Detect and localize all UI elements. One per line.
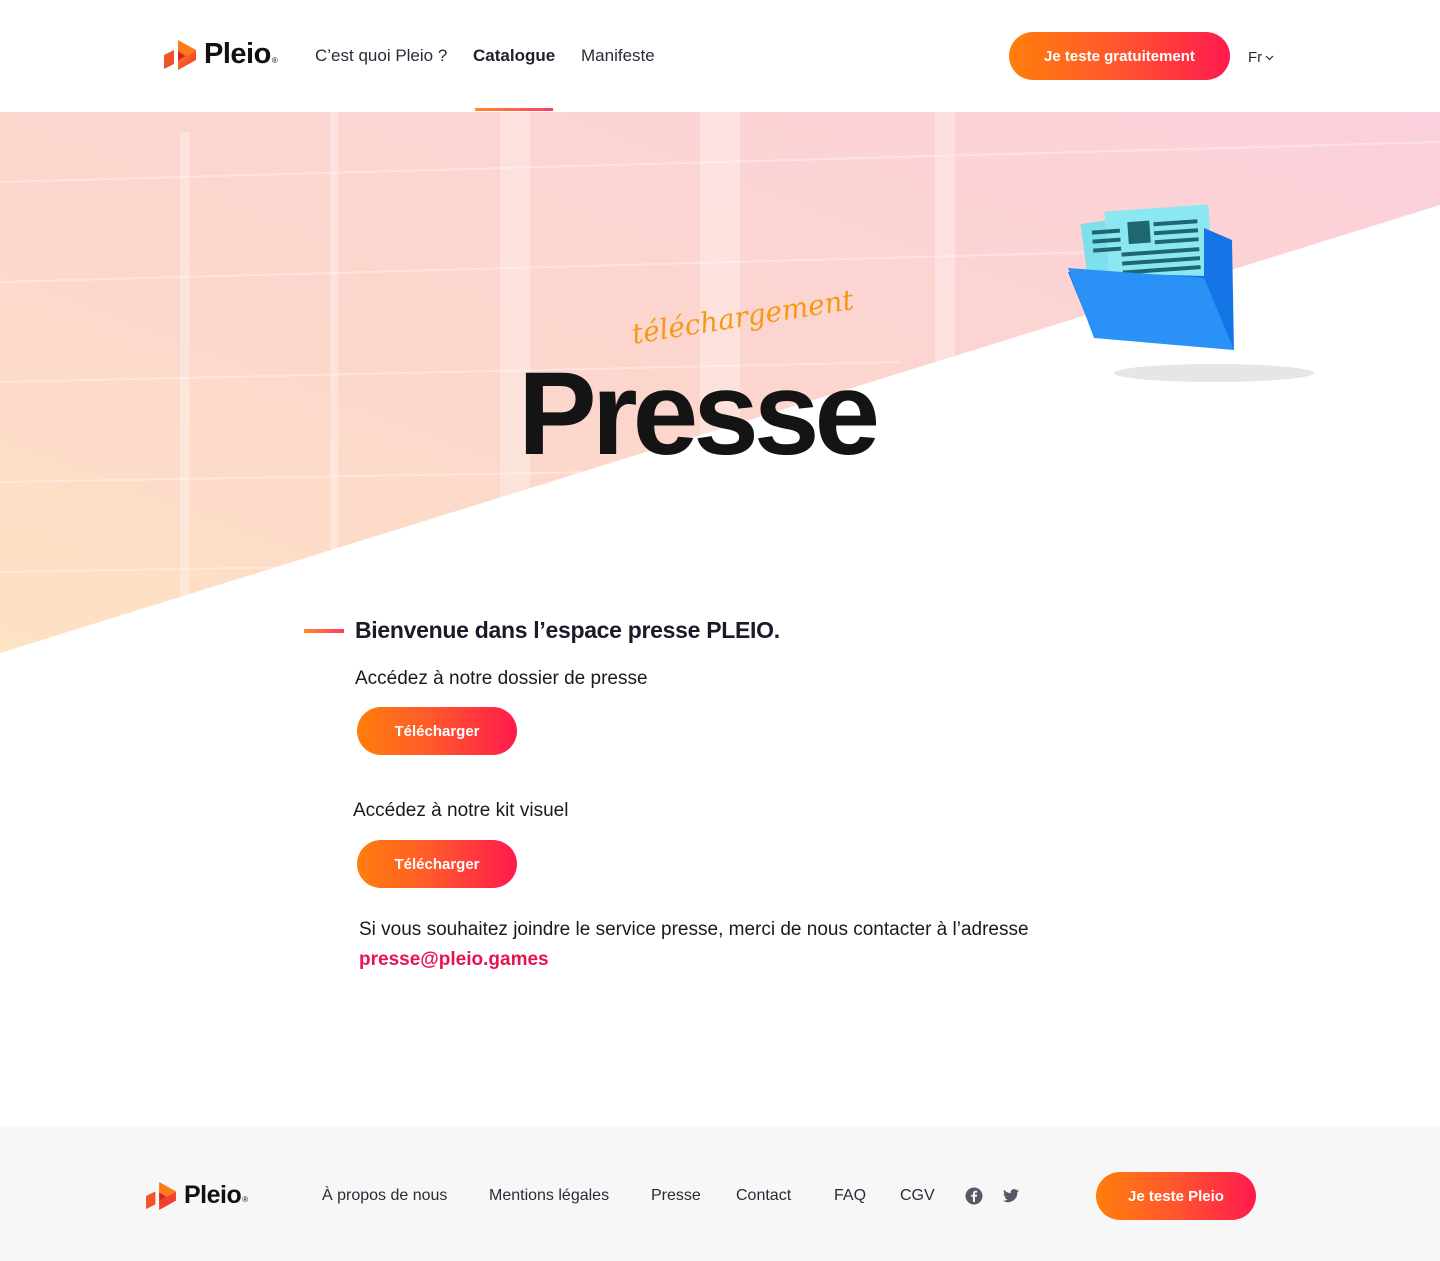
footer-link-presse[interactable]: Presse bbox=[651, 1187, 701, 1205]
logo-wordmark: Pleio bbox=[184, 1181, 242, 1209]
footer-link-a-propos[interactable]: À propos de nous bbox=[322, 1187, 447, 1205]
nav-link-cest-quoi-pleio[interactable]: C’est quoi Pleio ? bbox=[315, 46, 447, 66]
section-accent-bar bbox=[304, 629, 344, 633]
footer-link-mentions-legales[interactable]: Mentions légales bbox=[489, 1187, 609, 1205]
folder-with-newspaper-icon bbox=[1068, 204, 1314, 382]
registered-mark: ® bbox=[242, 1195, 249, 1204]
nav-link-manifeste[interactable]: Manifeste bbox=[581, 46, 655, 66]
press-kit-label: Accédez à notre dossier de presse bbox=[355, 668, 648, 689]
hero-section: téléchargement Presse bbox=[0, 112, 1440, 672]
twitter-icon[interactable] bbox=[1002, 1187, 1020, 1205]
footer-link-cgv[interactable]: CGV bbox=[900, 1187, 935, 1205]
site-header: Pleio ® C’est quoi Pleio ? Catalogue Man… bbox=[0, 0, 1440, 112]
site-footer: Pleio ® À propos de nous Mentions légale… bbox=[0, 1126, 1440, 1261]
pleio-logo-icon bbox=[146, 1181, 176, 1210]
logo-wordmark: Pleio bbox=[204, 38, 271, 70]
nav-link-catalogue[interactable]: Catalogue bbox=[473, 46, 555, 66]
download-visual-kit-button[interactable]: Télécharger bbox=[357, 840, 517, 888]
pleio-logo[interactable]: Pleio ® bbox=[164, 38, 278, 71]
language-label: Fr bbox=[1248, 49, 1263, 66]
nav-active-indicator bbox=[475, 108, 553, 111]
facebook-icon[interactable] bbox=[965, 1187, 983, 1205]
press-contact-text: Si vous souhaitez joindre le service pre… bbox=[359, 919, 1029, 940]
try-pleio-button[interactable]: Je teste Pleio bbox=[1096, 1172, 1256, 1220]
footer-link-contact[interactable]: Contact bbox=[736, 1187, 791, 1205]
language-selector[interactable]: Fr bbox=[1248, 49, 1274, 66]
visual-kit-label: Accédez à notre kit visuel bbox=[353, 800, 569, 821]
download-press-kit-button[interactable]: Télécharger bbox=[357, 707, 517, 755]
footer-link-faq[interactable]: FAQ bbox=[834, 1187, 866, 1205]
press-email-link[interactable]: presse@pleio.games bbox=[359, 949, 549, 971]
chevron-down-icon bbox=[1265, 55, 1274, 60]
try-free-button[interactable]: Je teste gratuitement bbox=[1009, 32, 1230, 80]
pleio-logo-icon bbox=[164, 39, 196, 70]
welcome-heading: Bienvenue dans l’espace presse PLEIO. bbox=[355, 617, 780, 643]
page-title: Presse bbox=[518, 348, 880, 480]
footer-pleio-logo[interactable]: Pleio ® bbox=[146, 1181, 248, 1210]
registered-mark: ® bbox=[271, 56, 278, 65]
